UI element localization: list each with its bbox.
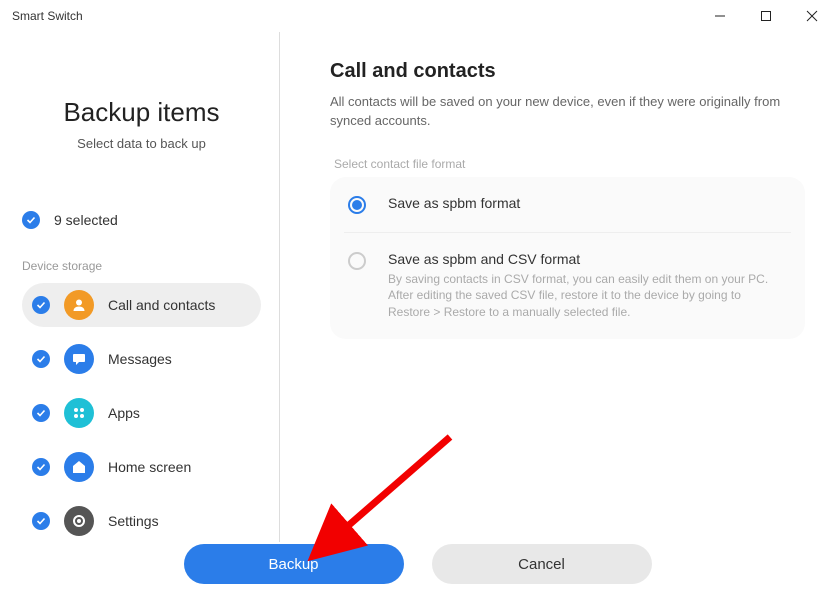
sidebar-item-apps[interactable]: Apps [22, 391, 261, 435]
radio-icon [348, 252, 366, 270]
sidebar-item-settings[interactable]: Settings [22, 499, 261, 542]
option-title: Save as spbm format [388, 195, 520, 211]
footer: Backup Cancel [0, 544, 835, 584]
contacts-icon [64, 290, 94, 320]
sidebar-item-label: Settings [108, 513, 159, 529]
storage-section-label: Device storage [22, 259, 261, 273]
content: Backup items Select data to back up 9 se… [0, 32, 835, 542]
format-option-spbm-csv[interactable]: Save as spbm and CSV format By saving co… [344, 232, 791, 339]
sidebar: Backup items Select data to back up 9 se… [0, 32, 280, 542]
settings-icon [64, 506, 94, 536]
selected-count-label: 9 selected [54, 212, 118, 228]
sidebar-item-label: Call and contacts [108, 297, 215, 313]
check-icon [22, 211, 40, 229]
main-title: Call and contacts [330, 60, 805, 83]
option-title: Save as spbm and CSV format [388, 251, 783, 267]
titlebar: Smart Switch [0, 0, 835, 32]
cancel-button[interactable]: Cancel [432, 544, 652, 584]
main-panel: Call and contacts All contacts will be s… [280, 32, 835, 542]
check-icon [32, 458, 50, 476]
format-option-spbm[interactable]: Save as spbm format [344, 177, 791, 232]
window-title: Smart Switch [12, 9, 697, 23]
messages-icon [64, 344, 94, 374]
check-icon [32, 404, 50, 422]
format-options-box: Save as spbm format Save as spbm and CSV… [330, 177, 805, 339]
option-description: By saving contacts in CSV format, you ca… [388, 271, 783, 321]
minimize-button[interactable] [697, 0, 743, 32]
sidebar-item-home-screen[interactable]: Home screen [22, 445, 261, 489]
page-title: Backup items [22, 97, 261, 128]
sidebar-item-label: Apps [108, 405, 140, 421]
format-section-label: Select contact file format [334, 157, 805, 171]
radio-icon [348, 196, 366, 214]
selected-count-row[interactable]: 9 selected [22, 211, 261, 229]
sidebar-item-messages[interactable]: Messages [22, 337, 261, 381]
close-button[interactable] [789, 0, 835, 32]
sidebar-item-label: Home screen [108, 459, 191, 475]
backup-button[interactable]: Backup [184, 544, 404, 584]
check-icon [32, 512, 50, 530]
check-icon [32, 350, 50, 368]
main-description: All contacts will be saved on your new d… [330, 93, 790, 131]
check-icon [32, 296, 50, 314]
sidebar-item-label: Messages [108, 351, 172, 367]
maximize-button[interactable] [743, 0, 789, 32]
home-icon [64, 452, 94, 482]
page-subtitle: Select data to back up [22, 136, 261, 151]
sidebar-item-call-contacts[interactable]: Call and contacts [22, 283, 261, 327]
apps-icon [64, 398, 94, 428]
